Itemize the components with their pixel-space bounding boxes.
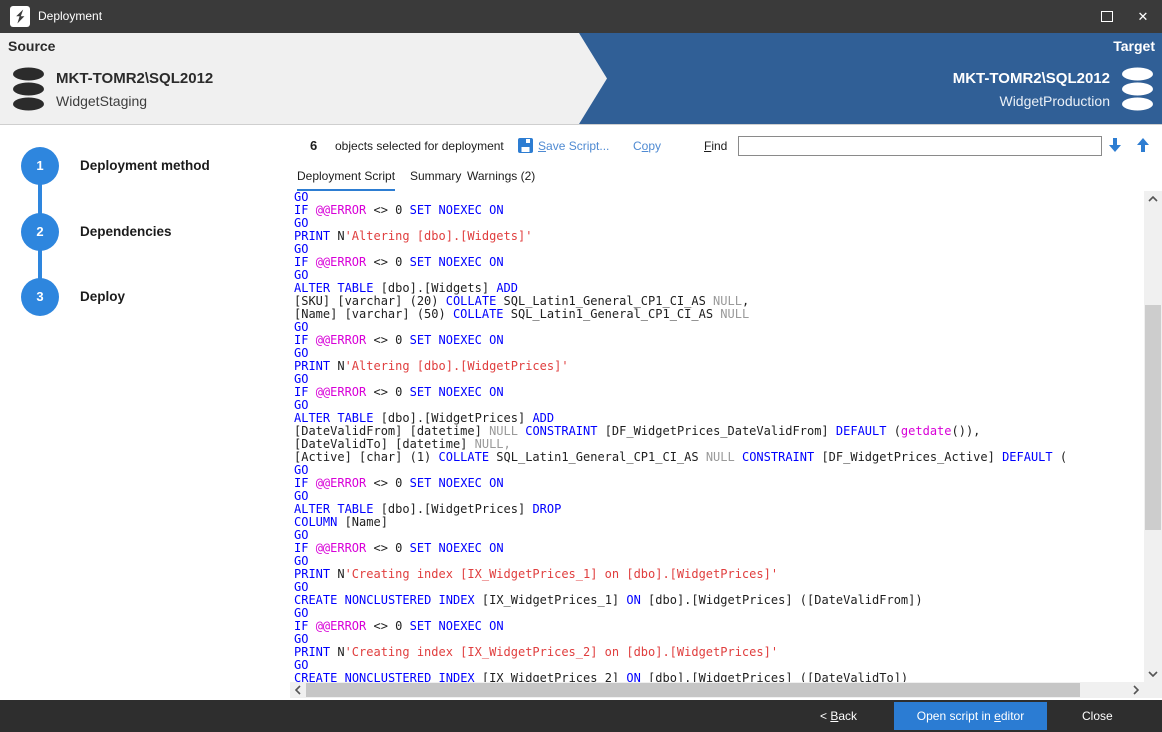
scroll-left-icon[interactable] (290, 682, 305, 698)
toolbar: 6 objects selected for deployment Save S… (290, 125, 1162, 163)
save-script-link[interactable]: Save Script... (538, 139, 609, 153)
source-server: MKT-TOMR2\SQL2012 (56, 70, 213, 87)
script-line: IF @@ERROR <> 0 SET NOEXEC ON (290, 477, 1144, 490)
close-dialog-button[interactable]: Close (1068, 700, 1127, 732)
target-database: WidgetProduction (999, 93, 1110, 109)
source-label: Source (8, 38, 55, 54)
script-line: IF @@ERROR <> 0 SET NOEXEC ON (290, 386, 1144, 399)
target-server: MKT-TOMR2\SQL2012 (953, 70, 1110, 87)
target-database-icon (1121, 67, 1154, 112)
find-label: Find (704, 139, 727, 153)
back-button[interactable]: < Back (810, 700, 867, 732)
tab-bar: Deployment Script Summary Warnings (2) (290, 163, 1146, 192)
source-target-banner: Source MKT-TOMR2\SQL2012 WidgetStaging T… (0, 33, 1162, 125)
copy-link[interactable]: Copy (633, 139, 661, 153)
main-pane: 6 objects selected for deployment Save S… (290, 125, 1162, 700)
objects-count-label: objects selected for deployment (335, 139, 504, 153)
script-line: CREATE NONCLUSTERED INDEX [IX_WidgetPric… (290, 672, 1144, 682)
tab-deployment-script[interactable]: Deployment Script (297, 169, 395, 191)
source-database-icon (12, 67, 45, 112)
script-line: IF @@ERROR <> 0 SET NOEXEC ON (290, 542, 1144, 555)
script-line: PRINT N'Altering [dbo].[WidgetPrices]' (290, 360, 1144, 373)
find-next-icon[interactable] (1106, 136, 1124, 154)
step-1-label: Deployment method (80, 158, 210, 173)
script-line: IF @@ERROR <> 0 SET NOEXEC ON (290, 334, 1144, 347)
step-3-label: Deploy (80, 289, 125, 304)
script-line: CREATE NONCLUSTERED INDEX [IX_WidgetPric… (290, 594, 1144, 607)
save-icon (518, 138, 533, 153)
find-input[interactable] (738, 136, 1102, 156)
script-line: IF @@ERROR <> 0 SET NOEXEC ON (290, 204, 1144, 217)
script-line: PRINT N'Creating index [IX_WidgetPrices_… (290, 568, 1144, 581)
footer-bar: < Back Open script in editor Close (0, 700, 1162, 732)
deployment-window: Deployment ✕ Source MKT-TOMR2\SQL2012 Wi… (0, 0, 1162, 732)
vertical-scrollbar[interactable] (1144, 191, 1162, 682)
script-line: [Name] [varchar] (50) COLLATE SQL_Latin1… (290, 308, 1144, 321)
tab-summary[interactable]: Summary (410, 169, 461, 191)
step-1-circle[interactable]: 1 (21, 147, 59, 185)
tab-warnings[interactable]: Warnings (2) (467, 169, 535, 191)
script-line: PRINT N'Creating index [IX_WidgetPrices_… (290, 646, 1144, 659)
script-line: IF @@ERROR <> 0 SET NOEXEC ON (290, 256, 1144, 269)
deployment-script-view: GOIF @@ERROR <> 0 SET NOEXEC ONGOPRINT N… (290, 191, 1144, 682)
step-2-label: Dependencies (80, 224, 172, 239)
objects-count: 6 (310, 138, 317, 153)
wizard-steps-sidebar: 1 Deployment method 2 Dependencies 3 Dep… (0, 125, 290, 700)
script-line: [Active] [char] (1) COLLATE SQL_Latin1_G… (290, 451, 1144, 464)
step-2-circle[interactable]: 2 (21, 213, 59, 251)
open-script-in-editor-button[interactable]: Open script in editor (894, 702, 1047, 730)
content-area: 1 Deployment method 2 Dependencies 3 Dep… (0, 125, 1162, 700)
maximize-icon (1101, 11, 1113, 22)
horizontal-scrollbar-thumb[interactable] (306, 683, 1080, 697)
step-3-circle[interactable]: 3 (21, 278, 59, 316)
close-button[interactable]: ✕ (1126, 0, 1160, 33)
app-icon (10, 5, 30, 28)
script-line: COLUMN [Name] (290, 516, 1144, 529)
script-line: PRINT N'Altering [dbo].[Widgets]' (290, 230, 1144, 243)
script-line: IF @@ERROR <> 0 SET NOEXEC ON (290, 620, 1144, 633)
vertical-scrollbar-thumb[interactable] (1145, 305, 1161, 530)
find-previous-icon[interactable] (1134, 136, 1152, 154)
script-line: ALTER TABLE [dbo].[WidgetPrices] DROP (290, 503, 1144, 516)
scroll-up-icon[interactable] (1144, 191, 1162, 207)
close-icon: ✕ (1138, 9, 1149, 25)
target-label: Target (1113, 38, 1155, 54)
window-title: Deployment (38, 0, 102, 33)
maximize-button[interactable] (1090, 0, 1124, 33)
scroll-down-icon[interactable] (1144, 666, 1162, 682)
scroll-right-icon[interactable] (1128, 682, 1143, 698)
source-database: WidgetStaging (56, 93, 147, 109)
title-bar: Deployment ✕ (0, 0, 1162, 33)
horizontal-scrollbar[interactable] (290, 682, 1162, 698)
